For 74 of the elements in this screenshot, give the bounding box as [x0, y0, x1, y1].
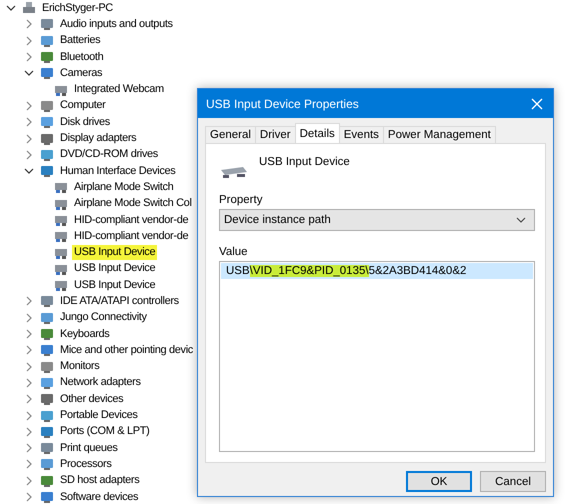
tree-item[interactable]: Keyboards: [58, 326, 112, 342]
dialog-button[interactable]: OK: [406, 471, 472, 492]
device-icon: [40, 310, 54, 325]
tree-item[interactable]: Jungo Connectivity: [58, 310, 149, 326]
tab[interactable]: Details: [294, 123, 340, 143]
tree-item[interactable]: Airplane Mode Switch Col: [72, 196, 194, 212]
tab[interactable]: Power Management: [382, 126, 496, 143]
device-icon: [40, 115, 54, 130]
tree-item[interactable]: Software devices: [58, 490, 140, 504]
dialog-button[interactable]: Cancel: [480, 471, 546, 492]
device-icon: [40, 34, 54, 48]
device-icon: [40, 490, 54, 504]
device-icon: [40, 474, 54, 488]
window-title: USB Input Device Properties: [206, 96, 359, 110]
tree-item[interactable]: USB Input Device: [72, 261, 158, 276]
device-icon: [54, 180, 68, 194]
close-icon[interactable]: [531, 98, 543, 110]
tree-item[interactable]: HID-compliant vendor-de: [72, 228, 190, 244]
device-icon: [54, 278, 68, 292]
tree-item[interactable]: Integrated Webcam: [72, 82, 166, 98]
chevron-icon[interactable]: [6, 3, 16, 14]
tree-item[interactable]: USB Input Device: [72, 245, 158, 260]
property-label: Property: [219, 194, 262, 206]
value-label: Value: [219, 246, 248, 258]
tree-item[interactable]: Bluetooth: [58, 50, 106, 65]
tree-item[interactable]: Cameras: [58, 66, 104, 81]
device-icon: [40, 66, 54, 80]
property-dropdown[interactable]: Device instance path: [219, 209, 535, 231]
tree-item[interactable]: USB Input Device: [72, 278, 158, 293]
chevron-icon[interactable]: [24, 166, 34, 176]
device-icon: [40, 50, 54, 64]
device-icon: [40, 392, 54, 406]
tree-item[interactable]: HID-compliant vendor-de: [72, 212, 190, 228]
tree-item[interactable]: SD host adapters: [58, 473, 142, 488]
tree-item[interactable]: Other devices: [58, 392, 126, 407]
device-icon: [40, 17, 54, 32]
tree-item[interactable]: Computer: [58, 98, 108, 114]
tree-item[interactable]: Network adapters: [58, 375, 143, 390]
device-icon: [40, 132, 54, 146]
device-icon: [40, 441, 54, 456]
computer-icon: [22, 1, 36, 16]
tree-item[interactable]: Ports (COM & LPT): [58, 424, 152, 440]
device-icon: [40, 164, 54, 178]
device-icon: [54, 213, 68, 227]
tree-item[interactable]: Processors: [58, 456, 114, 472]
device-icon: [40, 457, 54, 472]
device-icon: [40, 98, 54, 113]
tree-item[interactable]: Human Interface Devices: [58, 164, 178, 179]
tab[interactable]: General: [205, 126, 256, 143]
tree-item[interactable]: Batteries: [58, 33, 102, 48]
tree-item[interactable]: Audio inputs and outputs: [58, 16, 175, 32]
tree-item[interactable]: IDE ATA/ATAPI controllers: [58, 294, 181, 309]
device-icon: [40, 148, 54, 162]
tree-item[interactable]: Mice and other pointing devic: [58, 342, 195, 358]
device-icon: [54, 229, 68, 244]
tree-item[interactable]: Display adapters: [58, 131, 138, 146]
tree-item[interactable]: DVD/CD-ROM drives: [58, 147, 160, 162]
device-name: USB Input Device: [259, 156, 350, 168]
device-icon: [40, 327, 54, 342]
tree-item[interactable]: ErichStyger-PC: [40, 0, 115, 16]
chevron-down-icon: [516, 217, 526, 223]
chevron-icon[interactable]: [24, 68, 34, 78]
tree-item[interactable]: Airplane Mode Switch: [72, 180, 176, 195]
tree-item[interactable]: Print queues: [58, 440, 120, 456]
device-icon: [40, 408, 54, 423]
device-icon: [40, 424, 54, 439]
device-icon: [40, 360, 54, 374]
device-icon: [219, 164, 249, 180]
device-icon: [40, 294, 54, 308]
tree-item[interactable]: Monitors: [58, 359, 102, 374]
tree-item[interactable]: Disk drives: [58, 114, 112, 130]
tree-item[interactable]: Portable Devices: [58, 408, 140, 424]
device-icon: [40, 343, 54, 358]
device-icon: [40, 376, 54, 390]
